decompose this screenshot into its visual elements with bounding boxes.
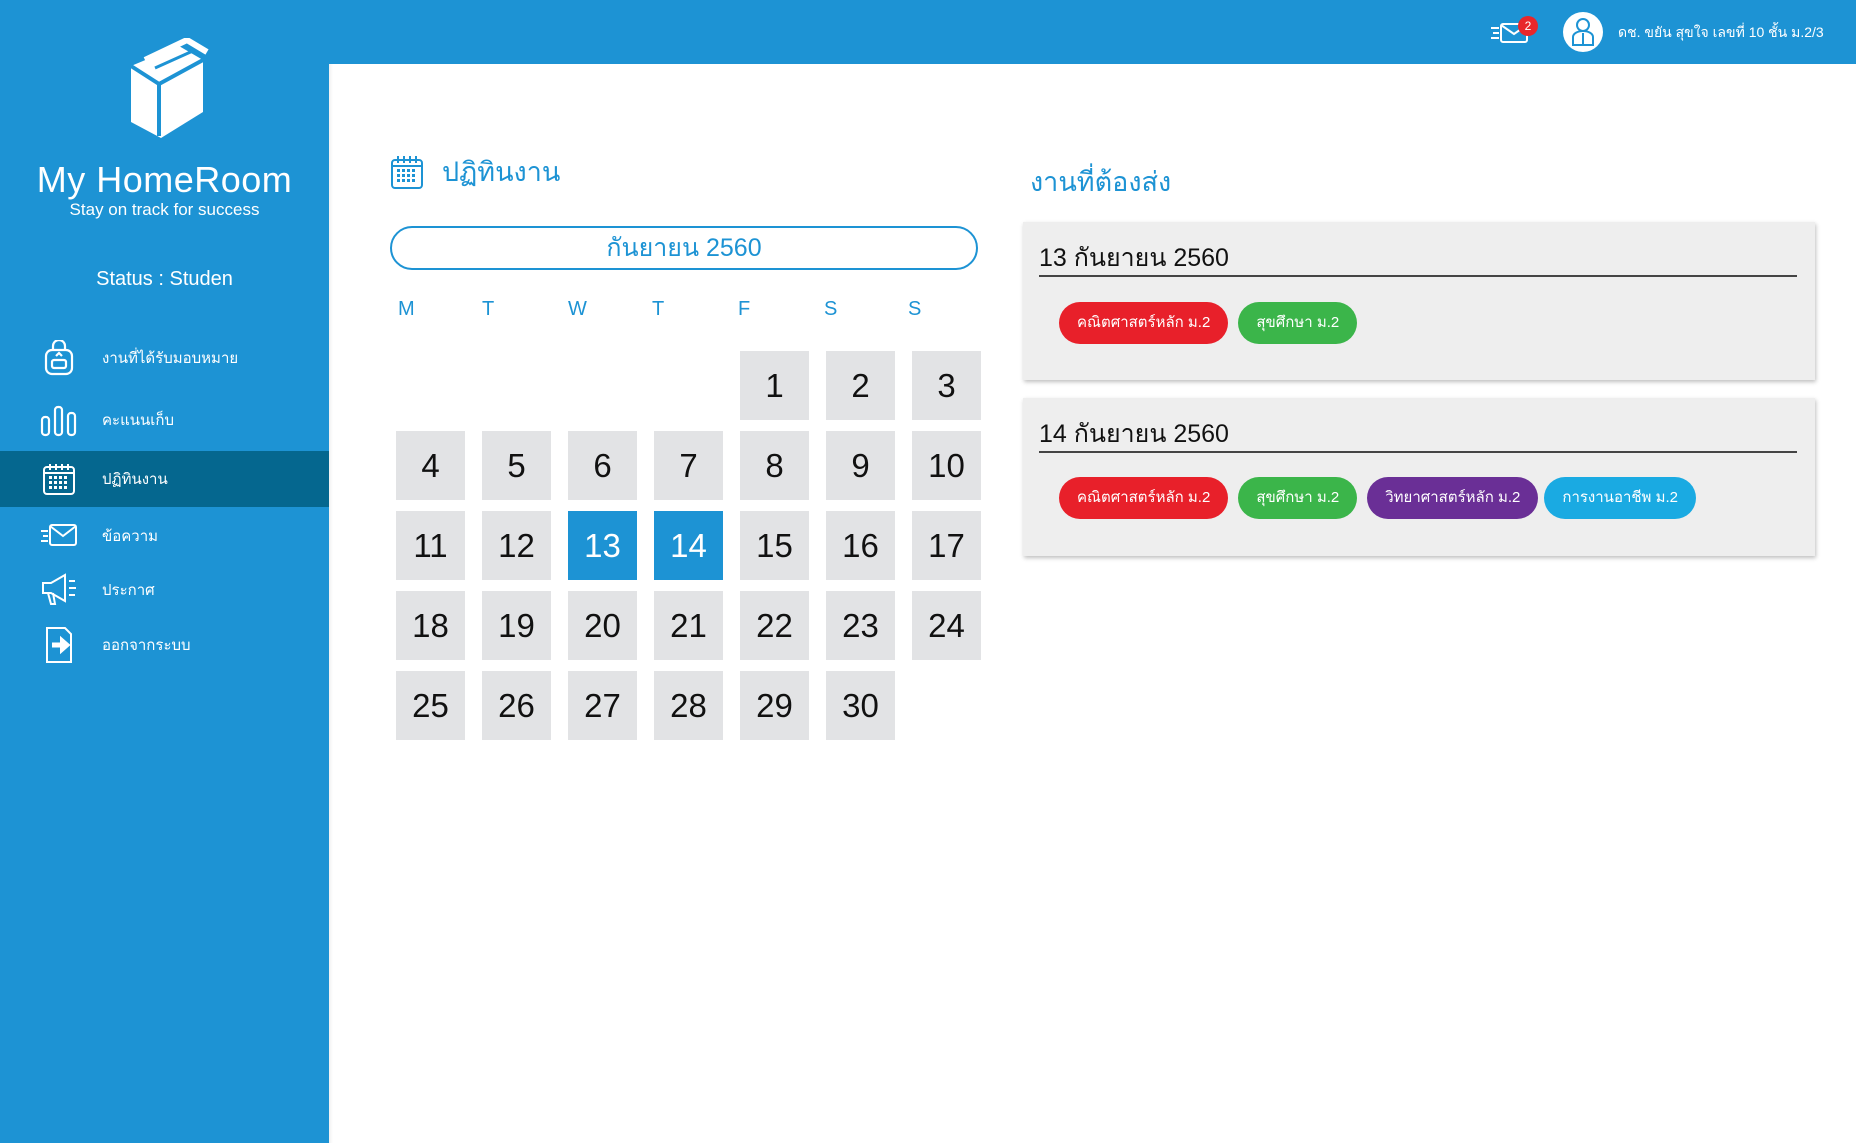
sidebar-item-label: ปฏิทินงาน [102, 471, 168, 488]
calendar-icon [40, 460, 78, 498]
sidebar-item-label: ข้อความ [102, 528, 159, 545]
calendar-day[interactable]: 15 [740, 511, 809, 580]
calendar-day[interactable]: 28 [654, 671, 723, 740]
task-chip-list: คณิตศาสตร์หลัก ม.2 สุขศึกษา ม.2 วิทยาศาส… [1059, 477, 1706, 519]
logout-icon [40, 626, 78, 664]
user-name: ดช. ขยัน สุขใจ เลขที่ 10 ชั้น ม.2/3 [1618, 24, 1824, 40]
calendar-day[interactable]: 27 [568, 671, 637, 740]
calendar-day[interactable]: 9 [826, 431, 895, 500]
user-icon [1572, 18, 1594, 46]
task-date: 14 กันยายน 2560 [1039, 420, 1229, 448]
divider [1039, 451, 1797, 453]
mail-count-badge: 2 [1518, 16, 1538, 36]
sidebar-item-scores[interactable]: คะแนนเก็บ [0, 392, 329, 448]
calendar-day[interactable]: 23 [826, 591, 895, 660]
megaphone-icon [40, 571, 78, 609]
bar-chart-icon [40, 401, 78, 439]
calendar-day[interactable]: 29 [740, 671, 809, 740]
calendar-day[interactable]: 17 [912, 511, 981, 580]
task-chip[interactable]: สุขศึกษา ม.2 [1238, 477, 1358, 519]
weekday-label: T [652, 298, 665, 320]
calendar-title: ปฏิทินงาน [442, 157, 561, 187]
calendar-day[interactable]: 25 [396, 671, 465, 740]
task-chip[interactable]: สุขศึกษา ม.2 [1238, 302, 1358, 344]
sidebar-item-label: งานที่ได้รับมอบหมาย [102, 350, 239, 367]
task-card: 14 กันยายน 2560 คณิตศาสตร์หลัก ม.2 สุขศึ… [1023, 398, 1815, 556]
month-selector[interactable]: กันยายน 2560 [390, 226, 978, 270]
weekday-label: S [824, 298, 838, 320]
calendar-day[interactable]: 1 [740, 351, 809, 420]
task-card: 13 กันยายน 2560 คณิตศาสตร์หลัก ม.2 สุขศึ… [1023, 222, 1815, 380]
weekday-label: T [482, 298, 495, 320]
calendar-day[interactable]: 14 [654, 511, 723, 580]
calendar-day[interactable]: 6 [568, 431, 637, 500]
calendar-grid: 1 2 3 4 5 6 7 8 9 10 11 12 13 14 15 16 17 18 19 20 21 22 23 24 2… [396, 351, 981, 751]
sidebar-item-label: ออกจากระบบ [102, 637, 191, 654]
user-avatar[interactable] [1563, 12, 1603, 52]
app-title: My HomeRoom [36, 159, 293, 200]
weekday-label: M [398, 298, 415, 320]
task-chip[interactable]: วิทยาศาสตร์หลัก ม.2 [1367, 477, 1539, 519]
calendar-day[interactable]: 11 [396, 511, 465, 580]
backpack-icon [40, 339, 78, 377]
book-logo-icon [129, 38, 209, 138]
calendar-day[interactable]: 20 [568, 591, 637, 660]
calendar-day[interactable]: 19 [482, 591, 551, 660]
weekday-label: W [568, 298, 587, 320]
calendar-day[interactable]: 12 [482, 511, 551, 580]
task-chip-list: คณิตศาสตร์หลัก ม.2 สุขศึกษา ม.2 [1059, 302, 1367, 344]
sidebar-item-logout[interactable]: ออกจากระบบ [0, 617, 329, 673]
mail-icon [40, 517, 78, 555]
calendar-day[interactable]: 18 [396, 591, 465, 660]
divider [1039, 275, 1797, 277]
calendar-day[interactable]: 10 [912, 431, 981, 500]
weekday-label: S [908, 298, 922, 320]
sidebar: My HomeRoom Stay on track for success St… [0, 0, 329, 1143]
sidebar-item-calendar[interactable]: ปฏิทินงาน [0, 451, 329, 507]
calendar-day[interactable]: 3 [912, 351, 981, 420]
task-chip[interactable]: การงานอาชีพ ม.2 [1544, 477, 1697, 519]
calendar-day[interactable]: 13 [568, 511, 637, 580]
calendar-day[interactable]: 30 [826, 671, 895, 740]
calendar-day[interactable]: 8 [740, 431, 809, 500]
calendar-day[interactable]: 16 [826, 511, 895, 580]
app-logo: My HomeRoom Stay on track for success [0, 38, 329, 220]
task-date: 13 กันยายน 2560 [1039, 244, 1229, 272]
weekday-label: F [738, 298, 751, 320]
tasks-title: งานที่ต้องส่ง [1030, 167, 1172, 197]
calendar-header: ปฏิทินงาน [390, 150, 560, 193]
calendar-day[interactable]: 7 [654, 431, 723, 500]
sidebar-item-assignments[interactable]: งานที่ได้รับมอบหมาย [0, 330, 329, 386]
sidebar-item-label: คะแนนเก็บ [102, 412, 174, 429]
user-status: Status : Studen [96, 268, 233, 290]
calendar-icon [391, 155, 423, 189]
calendar-day[interactable]: 5 [482, 431, 551, 500]
calendar-day[interactable]: 26 [482, 671, 551, 740]
sidebar-item-announcements[interactable]: ประกาศ [0, 562, 329, 618]
sidebar-item-messages[interactable]: ข้อความ [0, 508, 329, 564]
calendar-day[interactable]: 22 [740, 591, 809, 660]
calendar-day[interactable]: 21 [654, 591, 723, 660]
calendar-day[interactable]: 2 [826, 351, 895, 420]
task-chip[interactable]: คณิตศาสตร์หลัก ม.2 [1059, 302, 1229, 344]
calendar-day[interactable]: 4 [396, 431, 465, 500]
app-tagline: Stay on track for success [69, 200, 260, 219]
sidebar-item-label: ประกาศ [102, 582, 155, 599]
calendar-day[interactable]: 24 [912, 591, 981, 660]
content-divider [329, 64, 333, 1143]
task-chip[interactable]: คณิตศาสตร์หลัก ม.2 [1059, 477, 1229, 519]
